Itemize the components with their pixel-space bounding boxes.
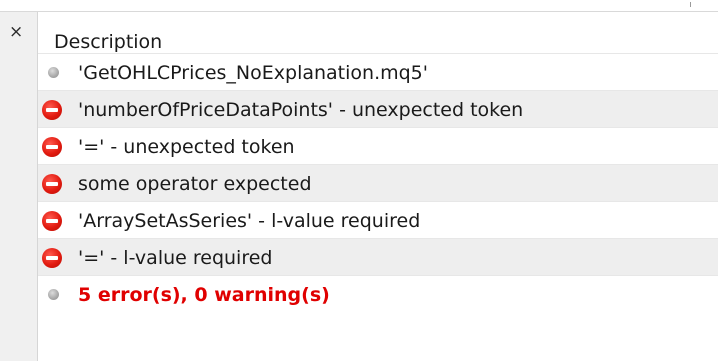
resize-tick [690, 2, 691, 7]
list-item[interactable]: 'ArraySetAsSeries' - l-value required [38, 201, 718, 239]
list-item-text: 'GetOHLCPrices_NoExplanation.mq5' [78, 62, 428, 84]
error-icon [42, 248, 62, 268]
error-icon [42, 211, 62, 231]
error-icon [42, 211, 62, 231]
error-icon [42, 174, 62, 194]
panel-top-edge [0, 0, 718, 12]
list-item-text: 'numberOfPriceDataPoints' - unexpected t… [78, 99, 524, 121]
info-dot-icon [48, 67, 59, 78]
info-dot-icon [48, 289, 59, 300]
list-item-text: '=' - l-value required [78, 247, 273, 269]
list-item-text: '=' - unexpected token [78, 136, 295, 158]
list-item[interactable]: 'numberOfPriceDataPoints' - unexpected t… [38, 90, 718, 128]
column-header-label: Description [54, 31, 163, 53]
error-icon [42, 100, 62, 120]
errors-list: Description 'GetOHLCPrices_NoExplanation… [38, 12, 718, 361]
error-icon [42, 100, 62, 120]
list-item[interactable]: some operator expected [38, 164, 718, 202]
error-icon [42, 248, 62, 268]
toolbox-side-strip: × [0, 12, 38, 361]
list-item-summary[interactable]: 5 error(s), 0 warning(s) [38, 275, 718, 313]
list-item[interactable]: '=' - l-value required [38, 238, 718, 276]
error-icon [42, 137, 62, 157]
list-item[interactable]: 'GetOHLCPrices_NoExplanation.mq5' [38, 53, 718, 91]
summary-text: 5 error(s), 0 warning(s) [78, 284, 330, 306]
close-icon[interactable]: × [9, 24, 23, 41]
list-item-text: some operator expected [78, 173, 312, 195]
column-header-description[interactable]: Description [38, 12, 718, 53]
list-item-text: 'ArraySetAsSeries' - l-value required [78, 210, 421, 232]
info-dot-icon [42, 285, 62, 305]
error-icon [42, 137, 62, 157]
list-item[interactable]: '=' - unexpected token [38, 127, 718, 165]
error-icon [42, 174, 62, 194]
info-dot-icon [42, 63, 62, 83]
